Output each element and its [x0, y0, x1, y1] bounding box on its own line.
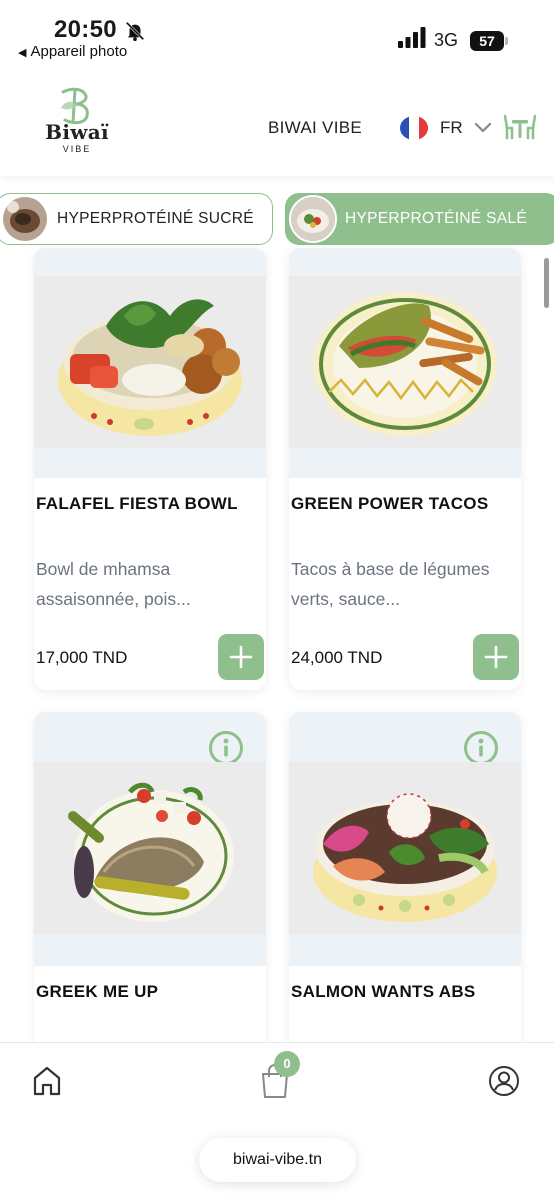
- bell-slash-icon: [125, 21, 145, 42]
- category-thumbnail: [289, 195, 337, 243]
- home-icon[interactable]: [32, 1065, 62, 1097]
- product-name: FALAFEL FIESTA BOWL: [36, 494, 238, 513]
- product-photo: [34, 762, 266, 934]
- info-icon[interactable]: [463, 730, 499, 766]
- category-tab-sucre[interactable]: HYPERPROTÉINÉ SUCRÉ: [0, 193, 273, 245]
- product-name: GREEN POWER TACOS: [291, 494, 489, 513]
- status-bar: 20:50 ◀ Appareil photo 3G 57: [0, 0, 554, 66]
- product-description: Tacos à base de légumes verts, sauce...: [291, 559, 490, 609]
- user-icon[interactable]: [488, 1065, 520, 1097]
- product-photo: [34, 276, 266, 448]
- logo-subtitle: VIBE: [62, 144, 92, 154]
- battery-level: 57: [479, 33, 495, 49]
- product-price: 17,000 TND: [36, 648, 128, 667]
- battery-icon: 57: [470, 31, 508, 51]
- product-card[interactable]: SALMON WANTS ABS: [289, 712, 521, 1072]
- signal-icon: [398, 27, 426, 48]
- add-to-cart-button[interactable]: [473, 634, 519, 680]
- product-description: Bowl de mhamsa assaisonnée, pois...: [36, 559, 191, 609]
- info-icon[interactable]: [208, 730, 244, 766]
- add-to-cart-button[interactable]: [218, 634, 264, 680]
- product-card[interactable]: FALAFEL FIESTA BOWL Bowl de mhamsa assai…: [34, 248, 266, 690]
- category-label: HYPERPROTÉINÉ SUCRÉ: [57, 210, 254, 227]
- brand-logo[interactable]: Biwaï VIBE: [36, 86, 118, 166]
- product-price: 24,000 TND: [291, 648, 383, 667]
- site-header: Biwaï VIBE BIWAI VIBE FR: [0, 72, 554, 176]
- back-app-label: Appareil photo: [30, 43, 128, 60]
- product-name: SALMON WANTS ABS: [291, 982, 476, 1001]
- back-to-app-link[interactable]: ◀ Appareil photo: [18, 43, 127, 60]
- product-card[interactable]: GREEK ME UP: [34, 712, 266, 1072]
- nav-brand-link[interactable]: BIWAI VIBE: [268, 118, 362, 138]
- bottom-navigation: 0 biwai-vibe.tn: [0, 1042, 554, 1200]
- network-type: 3G: [434, 30, 459, 50]
- france-flag-icon[interactable]: [400, 116, 428, 140]
- browser-url-bar[interactable]: biwai-vibe.tn: [199, 1138, 356, 1182]
- chevron-down-icon[interactable]: [474, 120, 492, 134]
- table-chairs-icon[interactable]: [504, 114, 536, 140]
- status-time: 20:50: [54, 16, 117, 43]
- logo-wordmark: Biwaï: [45, 120, 109, 144]
- product-photo: [289, 762, 521, 934]
- back-triangle-icon: ◀: [18, 47, 27, 59]
- language-selector[interactable]: FR: [440, 118, 463, 138]
- category-label: HYPERPROTÉINÉ SALÉ: [345, 210, 527, 227]
- category-tab-sale[interactable]: HYPERPROTÉINÉ SALÉ: [285, 193, 554, 245]
- product-photo: [289, 276, 521, 448]
- product-name: GREEK ME UP: [36, 982, 159, 1001]
- plus-icon: [229, 645, 253, 669]
- scrollbar[interactable]: [544, 258, 549, 308]
- product-card[interactable]: GREEN POWER TACOS Tacos à base de légume…: [289, 248, 521, 690]
- category-thumbnail: [1, 195, 49, 243]
- plus-icon: [484, 645, 508, 669]
- cart-count-badge: 0: [274, 1051, 300, 1077]
